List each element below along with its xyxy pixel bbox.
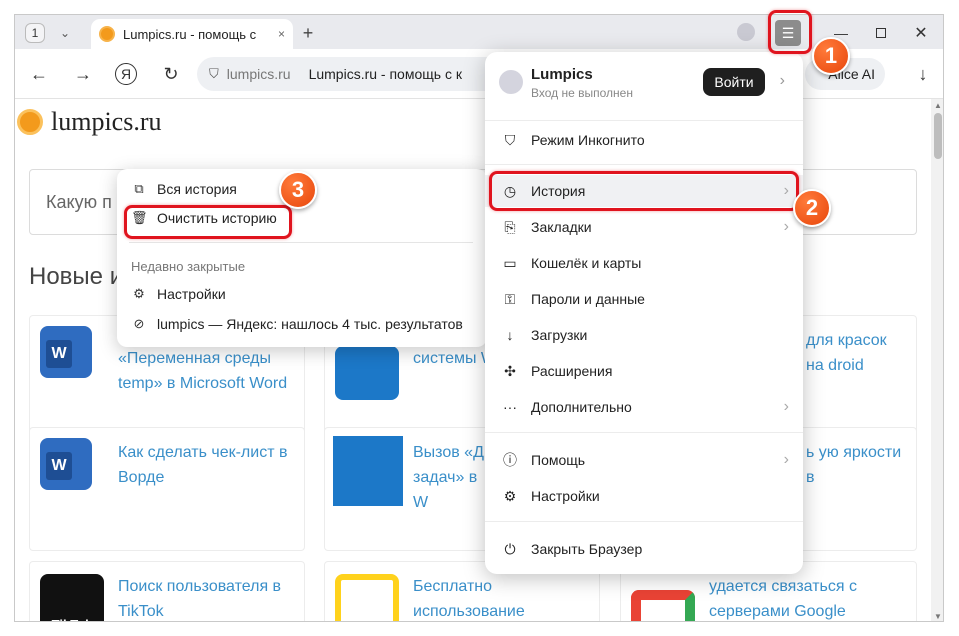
word-icon: W [40,326,104,390]
article-title[interactable]: Как сделать чек-лист в Ворде [118,440,298,490]
divider [485,521,803,522]
menu-item-more[interactable]: ··· Дополнительно › [485,391,803,423]
profile-icon[interactable] [737,23,755,41]
step-2-badge: 2 [793,189,831,227]
article-card[interactable]: W Как сделать чек-лист в Ворде [29,427,305,551]
close-window-button[interactable]: ✕ [911,23,931,43]
site-favicon-icon [99,26,115,42]
login-button[interactable]: Войти [703,68,765,96]
account-name: Lumpics [531,66,593,83]
recent-item-label: lumpics — Яндекс: нашлось 4 тыс. результ… [157,316,463,332]
article-title[interactable]: «Переменная среды temp» в Microsoft Word [118,346,304,396]
divider [129,242,473,243]
browser-main-menu: Lumpics Вход не выполнен Войти › ⛉ Режим … [485,52,803,574]
scroll-down-icon[interactable]: ▼ [934,612,942,621]
divider [485,432,803,433]
download-button[interactable]: ↓ [911,62,935,86]
recent-item[interactable]: ⊘ lumpics — Яндекс: нашлось 4 тыс. резул… [131,316,463,332]
incognito-icon: ⛉ [504,131,516,148]
key-icon: ⚿ [504,290,516,307]
article-title[interactable]: удается связаться с серверами Google [709,574,909,621]
download-icon: ↓ [506,327,514,343]
article-title[interactable]: для красок на droid [806,328,906,378]
menu-item-bookmarks[interactable]: ⎘ Закладки › [485,211,803,243]
all-history-item[interactable]: ⧉ Вся история [131,181,237,197]
scroll-up-icon[interactable]: ▲ [934,101,942,110]
gear-icon: ⚙ [133,286,145,301]
all-history-label: Вся история [157,181,237,197]
recent-item-label: Настройки [157,286,226,302]
scrollbar[interactable]: ▲ ▼ [931,99,943,621]
toolbar: ← → Я ↻ ⛉ lumpics.ru Lumpics.ru - помощь… [15,49,943,99]
article-card[interactable]: TikTok Поиск пользователя в TikTok [29,561,305,621]
power-icon: ⏻ [504,540,516,557]
article-title[interactable]: Поиск пользователя в TikTok [118,574,298,621]
chevron-right-icon: › [783,218,789,235]
menu-item-extensions[interactable]: ✣ Расширения [485,355,803,387]
menu-item-downloads[interactable]: ↓ Загрузки [485,319,803,351]
windows-icon [333,436,403,506]
chevron-right-icon: › [779,72,785,89]
tab-count-button[interactable]: 1 [25,23,45,43]
chevron-right-icon: › [783,451,789,468]
article-title[interactable]: Бесплатно использование Яндекс Музыки [413,574,563,621]
scrollbar-thumb[interactable] [934,113,942,159]
menu-item-incognito[interactable]: ⛉ Режим Инкогнито [485,124,803,156]
help-icon: ⓘ [503,452,517,468]
yandex-icon[interactable]: Я [115,63,137,85]
reload-button[interactable]: ↻ [159,62,183,86]
active-tab[interactable]: Lumpics.ru - помощь с × [91,19,293,49]
more-icon: ··· [503,399,517,415]
chevron-down-icon[interactable]: ⌄ [53,23,77,43]
clear-history-highlight [124,205,292,239]
maximize-button[interactable] [871,23,891,43]
menu-item-passwords[interactable]: ⚿ Пароли и данные [485,283,803,315]
divider [485,164,803,165]
forward-button[interactable]: → [71,62,95,86]
section-title: Новые и [29,263,124,290]
menu-item-wallet[interactable]: ▭ Кошелёк и карты [485,247,803,279]
new-tab-button[interactable]: + [297,22,319,44]
site-logo[interactable]: lumpics.ru [17,107,162,137]
wallet-icon: ▭ [503,254,517,271]
site-name: lumpics.ru [51,107,162,136]
close-tab-icon[interactable]: × [278,27,285,41]
external-link-icon: ⧉ [134,181,144,196]
music-icon [335,574,399,621]
menu-button-highlight [768,10,812,54]
history-item-highlight [489,171,799,211]
bookmark-icon: ⎘ [504,218,516,235]
article-title[interactable]: ь ую яркости в [806,440,906,490]
chevron-right-icon: › [783,398,789,415]
step-1-badge: 1 [812,37,850,75]
back-button[interactable]: ← [27,62,51,86]
puzzle-icon: ✣ [504,362,516,379]
recently-closed-heading: Недавно закрытые [131,259,246,274]
step-3-badge: 3 [279,171,317,209]
menu-item-settings[interactable]: ⚙ Настройки [485,480,803,512]
google-icon [631,590,695,621]
orange-logo-icon [17,109,43,135]
maximize-icon [876,28,886,38]
tiktok-icon: TikTok [40,574,104,621]
search-icon: ⊘ [133,316,145,331]
menu-item-help[interactable]: ⓘ Помощь › [485,444,803,476]
account-row[interactable]: Lumpics Вход не выполнен Войти › [497,64,793,108]
account-status: Вход не выполнен [531,86,633,100]
shield-icon: ⛉ [209,66,219,81]
article-title[interactable]: Вызов «Ди задач» в W [413,440,493,515]
recent-item[interactable]: ⚙ Настройки [131,286,226,302]
avatar [499,70,523,94]
windows-icon [335,346,399,400]
divider [485,120,803,121]
article-title[interactable]: системы W [413,346,496,371]
tab-title: Lumpics.ru - помощь с [123,26,257,42]
gear-icon: ⚙ [503,487,517,504]
word-icon: W [40,438,104,502]
address-page-title: Lumpics.ru - помощь с к [308,66,462,82]
address-domain: lumpics.ru [226,66,291,82]
menu-item-quit[interactable]: ⏻ Закрыть Браузер [485,533,803,565]
